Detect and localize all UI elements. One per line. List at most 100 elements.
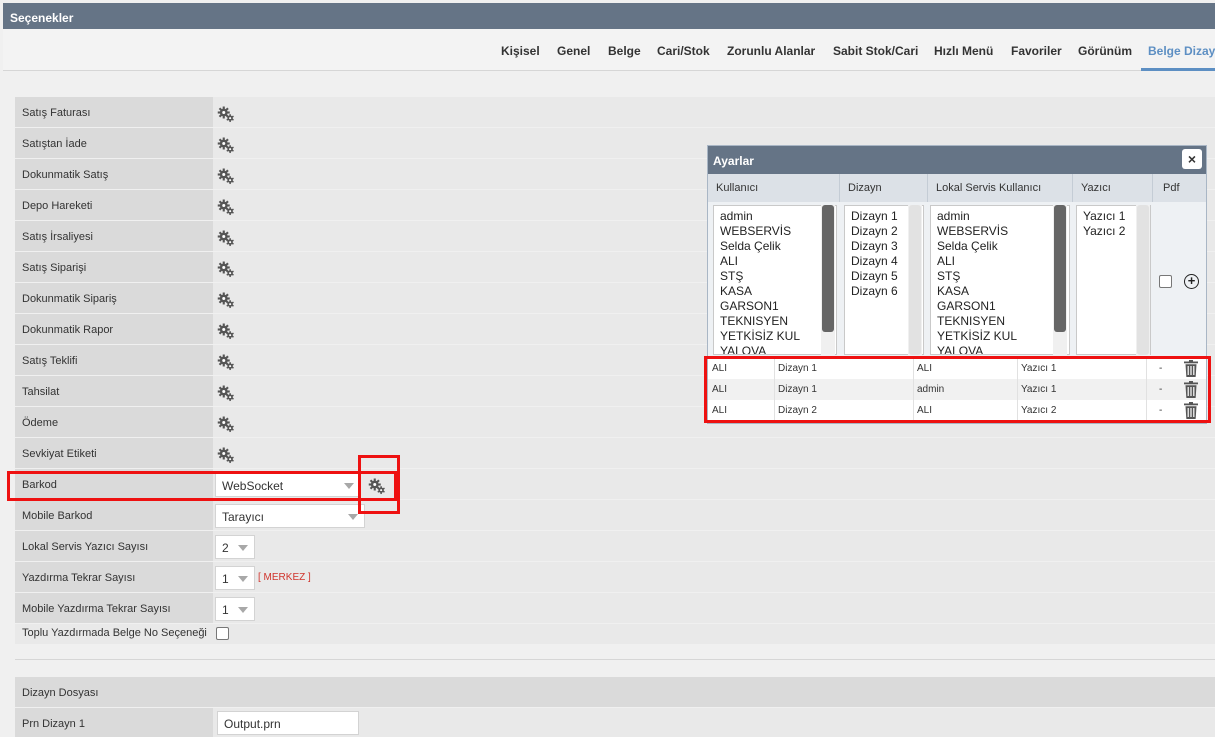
trash-icon[interactable]	[1184, 381, 1198, 398]
kullanici-scrollbar[interactable]	[821, 205, 835, 355]
list-item[interactable]: YALOVA	[937, 344, 1069, 354]
gear-icon[interactable]	[217, 291, 235, 309]
tab-gorunum[interactable]: Görünüm	[1078, 44, 1132, 58]
scrollbar-thumb[interactable]	[1137, 205, 1149, 355]
list-item[interactable]: ALI	[720, 254, 836, 269]
gear-icon[interactable]	[217, 260, 235, 278]
mobile-barkod-value: Tarayıcı	[222, 510, 265, 524]
lokal-servis-scrollbar[interactable]	[1053, 205, 1067, 355]
column-separator	[774, 400, 775, 421]
dizayn-dosyasi-header: Dizayn Dosyası	[15, 677, 1215, 707]
gear-icon[interactable]	[217, 322, 235, 340]
mobile-barkod-select[interactable]: Tarayıcı	[215, 504, 365, 528]
barkod-value: WebSocket	[222, 479, 284, 493]
gear-icon[interactable]	[217, 105, 235, 123]
table-row[interactable]: ALI Dizayn 1 ALI Yazıcı 1 -	[708, 358, 1206, 379]
chevron-down-icon	[238, 545, 248, 551]
list-item[interactable]: admin	[720, 209, 836, 224]
tab-zorunlu-alanlar[interactable]: Zorunlu Alanlar	[727, 44, 815, 58]
list-item[interactable]: YETKİSİZ KUL	[937, 329, 1069, 344]
col-lokal-servis-kullanici: Lokal Servis Kullanıcı	[928, 174, 1073, 202]
cell-dizayn: Dizayn 2	[778, 405, 817, 416]
list-item[interactable]: TEKNISYEN	[937, 314, 1069, 329]
dizayn-dosyasi-label: Dizayn Dosyası	[22, 687, 99, 699]
document-type-label: Satış İrsaliyesi	[15, 221, 213, 251]
tab-cari-stok[interactable]: Cari/Stok	[657, 44, 710, 58]
list-item[interactable]: admin	[937, 209, 1069, 224]
column-separator	[1146, 379, 1147, 400]
gear-icon[interactable]	[217, 136, 235, 154]
column-separator	[1146, 358, 1147, 379]
scrollbar-thumb[interactable]	[822, 205, 834, 332]
col-pdf: Pdf	[1163, 182, 1180, 194]
trash-icon[interactable]	[1184, 402, 1198, 419]
tab-kisisel[interactable]: Kişisel	[501, 44, 540, 58]
tab-favoriler[interactable]: Favoriler	[1011, 44, 1062, 58]
tab-belge-dizayn[interactable]: Belge Dizayn	[1148, 44, 1215, 58]
window-title: Seçenekler	[3, 3, 1215, 29]
prn-dizayn-1-row: Prn Dizayn 1 Output.prn	[15, 708, 1215, 737]
cell-yazici: Yazıcı 1	[1021, 363, 1057, 374]
mobile-barkod-row: Mobile Barkod Tarayıcı	[15, 500, 1215, 530]
tab-hizli-menu[interactable]: Hızlı Menü	[934, 44, 993, 58]
document-type-row: Satış Faturası	[15, 97, 1215, 127]
scrollbar-thumb[interactable]	[1054, 205, 1066, 332]
column-separator	[1146, 400, 1147, 421]
document-type-label: Satış Teklifi	[15, 345, 213, 375]
list-item[interactable]: TEKNISYEN	[720, 314, 836, 329]
barkod-label: Barkod	[15, 469, 213, 499]
list-item[interactable]: Selda Çelik	[937, 239, 1069, 254]
pdf-checkbox[interactable]	[1159, 275, 1172, 288]
toplu-yazdirma-checkbox[interactable]	[216, 627, 229, 640]
chevron-down-icon	[344, 483, 354, 489]
col-kullanici: Kullanıcı	[708, 174, 840, 202]
prn-dizayn-1-input[interactable]: Output.prn	[217, 711, 359, 735]
gear-icon[interactable]	[217, 353, 235, 371]
document-type-label: Depo Hareketi	[15, 190, 213, 220]
table-row[interactable]: ALI Dizayn 2 ALI Yazıcı 2 -	[708, 400, 1206, 421]
gear-icon[interactable]	[217, 446, 235, 464]
document-type-label: Satıştan İade	[15, 128, 213, 158]
gear-icon[interactable]	[217, 415, 235, 433]
list-item[interactable]: YALOVA	[720, 344, 836, 354]
list-item[interactable]: WEBSERVİS	[937, 224, 1069, 239]
add-icon[interactable]: +	[1184, 274, 1199, 289]
trash-icon[interactable]	[1184, 360, 1198, 377]
gear-icon[interactable]	[217, 198, 235, 216]
yazici-scrollbar[interactable]	[1136, 205, 1150, 355]
close-icon[interactable]: ×	[1182, 149, 1202, 169]
list-item[interactable]: GARSON1	[937, 299, 1069, 314]
list-item[interactable]: KASA	[720, 284, 836, 299]
barkod-settings-gear-icon[interactable]	[368, 477, 386, 495]
barkod-select[interactable]: WebSocket	[215, 473, 361, 497]
cell-kullanici: ALI	[712, 384, 728, 395]
list-item[interactable]: KASA	[937, 284, 1069, 299]
list-item[interactable]: STŞ	[937, 269, 1069, 284]
list-item[interactable]: STŞ	[720, 269, 836, 284]
table-row[interactable]: ALI Dizayn 1 admin Yazıcı 1 -	[708, 379, 1206, 400]
divider	[15, 659, 1215, 660]
dizayn-scrollbar[interactable]	[908, 205, 922, 355]
mobile-yazdirma-tekrar-select[interactable]: 1	[215, 597, 255, 621]
tab-genel[interactable]: Genel	[557, 44, 590, 58]
scrollbar-thumb[interactable]	[909, 205, 921, 355]
gear-icon[interactable]	[217, 167, 235, 185]
tab-belge[interactable]: Belge	[608, 44, 641, 58]
document-type-label: Dokunmatik Satış	[15, 159, 213, 189]
gear-icon[interactable]	[217, 384, 235, 402]
list-item[interactable]: YETKİSİZ KUL	[720, 329, 836, 344]
yazdirma-tekrar-select[interactable]: 1	[215, 566, 255, 590]
list-item[interactable]: WEBSERVİS	[720, 224, 836, 239]
kullanici-listbox[interactable]: admin WEBSERVİS Selda Çelik ALI STŞ KASA GARSO…	[713, 205, 837, 355]
lokal-servis-yazici-select[interactable]: 2	[215, 535, 255, 559]
document-type-label: Ödeme	[15, 407, 213, 437]
list-item[interactable]: GARSON1	[720, 299, 836, 314]
cell-yazici: Yazıcı 1	[1021, 384, 1057, 395]
tab-sabit-stok-cari[interactable]: Sabit Stok/Cari	[833, 44, 918, 58]
lokal-servis-listbox[interactable]: admin WEBSERVİS Selda Çelik ALI STŞ KASA GARSO…	[930, 205, 1070, 355]
gear-icon[interactable]	[217, 229, 235, 247]
dialog-title: Ayarlar	[708, 146, 1206, 174]
list-item[interactable]: ALI	[937, 254, 1069, 269]
document-type-label: Satış Faturası	[15, 97, 213, 127]
list-item[interactable]: Selda Çelik	[720, 239, 836, 254]
